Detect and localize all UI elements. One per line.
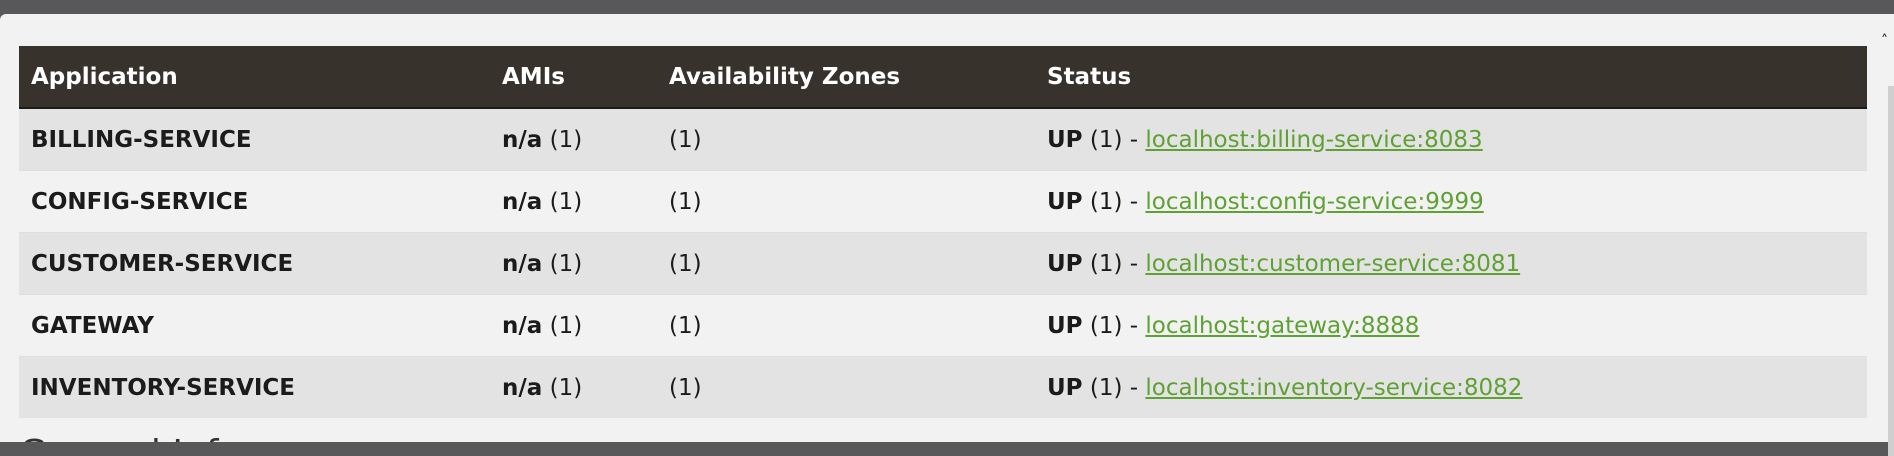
application-name: BILLING-SERVICE [19,107,490,171]
status-cell: UP (1) - localhost:billing-service:8083 [1035,107,1867,171]
status-value: UP [1047,312,1083,339]
status-cell: UP (1) - localhost:inventory-service:808… [1035,356,1867,418]
status-value: UP [1047,250,1083,277]
status-cell: UP (1) - localhost:customer-service:8081 [1035,232,1867,295]
table-row: CONFIG-SERVICE n/a (1) (1) UP (1) - loca… [19,170,1867,233]
status-separator: - [1129,374,1139,401]
status-cell: UP (1) - localhost:gateway:8888 [1035,294,1867,357]
status-cell: UP (1) - localhost:config-service:9999 [1035,170,1867,233]
availability-zones-cell: (1) [657,356,1035,418]
amis-count: (1) [549,374,583,401]
table-header-row: Application AMIs Availability Zones Stat… [19,46,1867,109]
column-header-amis: AMIs [490,46,657,109]
scrollbar-thumb[interactable] [1888,86,1894,456]
application-name: GATEWAY [19,294,490,357]
amis-cell: n/a (1) [490,107,657,171]
amis-value: n/a [502,250,543,277]
amis-count: (1) [549,250,583,277]
table-row: INVENTORY-SERVICE n/a (1) (1) UP (1) - l… [19,356,1867,418]
status-count: (1) [1089,126,1123,153]
vertical-scrollbar[interactable]: ˄ [1870,14,1894,456]
chevron-up-icon[interactable]: ˄ [1881,34,1888,48]
page-content: Application AMIs Availability Zones Stat… [0,14,1894,442]
instance-link[interactable]: localhost:gateway:8888 [1145,313,1419,339]
status-separator: - [1129,126,1139,153]
status-value: UP [1047,374,1083,401]
status-separator: - [1129,188,1139,215]
status-count: (1) [1089,188,1123,215]
application-name: CUSTOMER-SERVICE [19,232,490,295]
availability-zones-cell: (1) [657,170,1035,233]
amis-value: n/a [502,312,543,339]
amis-cell: n/a (1) [490,232,657,295]
amis-cell: n/a (1) [490,294,657,357]
availability-zones-cell: (1) [657,232,1035,295]
column-header-status: Status [1035,46,1867,109]
column-header-availability-zones: Availability Zones [657,46,1035,109]
status-separator: - [1129,250,1139,277]
application-name: CONFIG-SERVICE [19,170,490,233]
instance-link[interactable]: localhost:config-service:9999 [1145,189,1483,215]
availability-zones-cell: (1) [657,294,1035,357]
table-row: CUSTOMER-SERVICE n/a (1) (1) UP (1) - lo… [19,232,1867,295]
table-row: GATEWAY n/a (1) (1) UP (1) - localhost:g… [19,294,1867,357]
status-value: UP [1047,126,1083,153]
application-name: INVENTORY-SERVICE [19,356,490,418]
amis-cell: n/a (1) [490,170,657,233]
amis-count: (1) [549,126,583,153]
instance-link[interactable]: localhost:customer-service:8081 [1145,251,1520,277]
column-header-application: Application [19,46,490,109]
availability-zones-cell: (1) [657,107,1035,171]
instance-link[interactable]: localhost:billing-service:8083 [1145,127,1482,153]
amis-value: n/a [502,126,543,153]
status-count: (1) [1089,312,1123,339]
amis-value: n/a [502,188,543,215]
status-count: (1) [1089,250,1123,277]
amis-count: (1) [549,188,583,215]
status-count: (1) [1089,374,1123,401]
amis-count: (1) [549,312,583,339]
amis-value: n/a [502,374,543,401]
instance-link[interactable]: localhost:inventory-service:8082 [1145,375,1522,401]
registered-instances-table: Application AMIs Availability Zones Stat… [19,46,1867,418]
general-info-heading: General Info [19,434,240,442]
status-value: UP [1047,188,1083,215]
table-row: BILLING-SERVICE n/a (1) (1) UP (1) - loc… [19,107,1867,171]
status-separator: - [1129,312,1139,339]
amis-cell: n/a (1) [490,356,657,418]
